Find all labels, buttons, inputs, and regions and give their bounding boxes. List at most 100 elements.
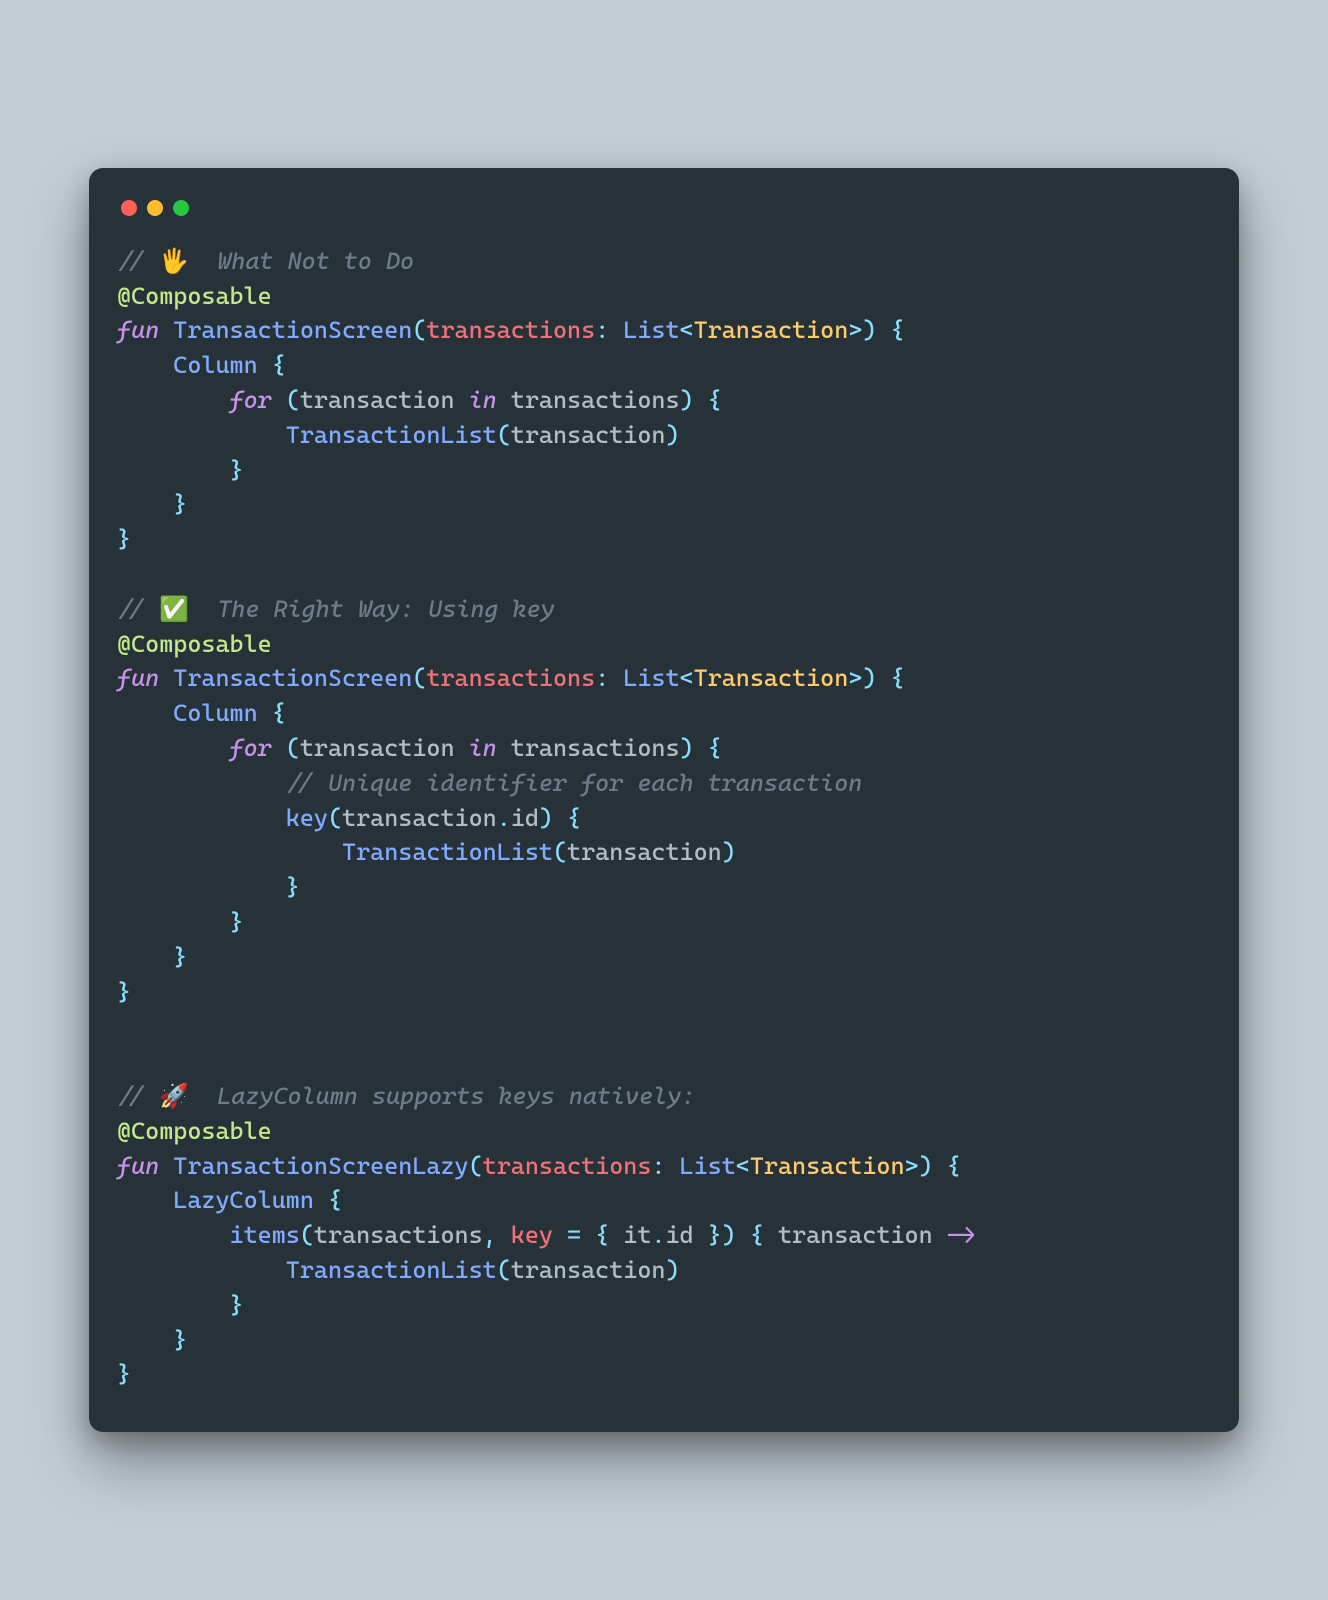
code-token-call: TransactionList: [286, 421, 497, 449]
code-token-punct: }: [230, 908, 244, 936]
code-token-plain: [117, 1221, 230, 1249]
code-line: key(transaction.id) {: [117, 801, 1211, 836]
code-token-comment: The Right Way: Using key: [189, 595, 555, 623]
code-token-param: transactions: [426, 316, 595, 344]
code-line: [117, 1009, 1211, 1044]
code-token-type: List: [623, 316, 679, 344]
code-token-plain: [117, 1186, 173, 1214]
code-token-ident: it: [623, 1221, 651, 1249]
code-token-comment: //: [117, 1082, 159, 1110]
code-token-punct: (: [412, 316, 426, 344]
code-token-plain: [117, 908, 230, 936]
code-token-call: LazyColumn: [173, 1186, 314, 1214]
code-token-plain: [258, 351, 272, 379]
code-token-punct: (: [286, 734, 300, 762]
code-token-punct: }: [230, 1291, 244, 1319]
window-titlebar: [117, 194, 1211, 244]
code-token-comment: //: [117, 247, 159, 275]
code-token-punct: (: [300, 1221, 314, 1249]
code-line: }: [117, 1357, 1211, 1392]
code-line: }: [117, 1323, 1211, 1358]
code-token-plain: [117, 873, 286, 901]
code-token-punct: ): [665, 421, 679, 449]
code-token-punct: }: [173, 1326, 187, 1354]
code-token-punct: }: [173, 490, 187, 518]
code-window: // 🖐 What Not to Do @Composable fun Transa…: [89, 168, 1239, 1432]
code-token-plain: [117, 734, 230, 762]
code-block: // 🖐 What Not to Do @Composable fun Transa…: [117, 244, 1211, 1392]
code-line: [117, 1044, 1211, 1079]
code-line: }: [117, 940, 1211, 975]
code-token-punct: (: [412, 664, 426, 692]
code-token-op: ,: [483, 1221, 497, 1249]
code-line: LazyColumn {: [117, 1183, 1211, 1218]
code-token-plain: [258, 699, 272, 727]
code-token-plain: [117, 351, 173, 379]
traffic-light-minimize-icon[interactable]: [147, 200, 163, 216]
code-token-punct: (: [553, 838, 567, 866]
code-line: @Composable: [117, 1114, 1211, 1149]
code-token-plain: [609, 1221, 623, 1249]
code-line: fun TransactionScreen(transactions: List…: [117, 661, 1211, 696]
code-token-plain: [665, 1152, 679, 1180]
code-token-annot: @Composable: [117, 282, 272, 310]
code-token-plain: [553, 1221, 567, 1249]
code-token-plain: [455, 734, 469, 762]
code-token-punct: (: [469, 1152, 483, 1180]
code-line: // 🖐 What Not to Do: [117, 244, 1211, 279]
code-token-plain: [455, 386, 469, 414]
code-token-plain: [117, 769, 286, 797]
code-token-punct: <: [680, 316, 694, 344]
code-token-ident: transactions: [511, 386, 680, 414]
code-token-punct: ): [722, 838, 736, 866]
code-line: }: [117, 905, 1211, 940]
code-token-fnname: TransactionScreenLazy: [173, 1152, 468, 1180]
code-token-punct: }: [117, 525, 131, 553]
code-token-plain: [117, 421, 286, 449]
code-line: }: [117, 870, 1211, 905]
code-token-plain: [117, 1256, 286, 1284]
code-token-plain: [553, 804, 567, 832]
code-token-punct: >: [848, 316, 862, 344]
code-token-punct: >: [848, 664, 862, 692]
code-line: }: [117, 453, 1211, 488]
code-token-punct: }: [117, 1360, 131, 1388]
code-token-typearg: Transaction: [694, 316, 849, 344]
traffic-light-close-icon[interactable]: [121, 200, 137, 216]
code-token-param: key: [511, 1221, 553, 1249]
code-token-punct: {: [272, 699, 286, 727]
code-token-plain: [117, 1326, 173, 1354]
code-line: }: [117, 975, 1211, 1010]
code-token-punct: (: [328, 804, 342, 832]
traffic-light-zoom-icon[interactable]: [173, 200, 189, 216]
code-line: TransactionList(transaction): [117, 1253, 1211, 1288]
code-token-ident: transaction: [511, 1256, 666, 1284]
code-token-ident: transaction: [300, 734, 455, 762]
code-token-type: List: [623, 664, 679, 692]
code-token-punct: {: [595, 1221, 609, 1249]
code-token-call: TransactionList: [286, 1256, 497, 1284]
code-token-punct: {: [708, 734, 722, 762]
code-token-typearg: Transaction: [694, 664, 849, 692]
code-line: [117, 557, 1211, 592]
code-token-keyword: for: [230, 386, 272, 414]
code-line: TransactionList(transaction): [117, 835, 1211, 870]
code-token-ident: transaction: [300, 386, 455, 414]
code-token-plain: [933, 1152, 947, 1180]
code-token-punct: ): [862, 664, 876, 692]
code-line: for (transaction in transactions) {: [117, 731, 1211, 766]
code-token-plain: [694, 734, 708, 762]
code-token-plain: [933, 1221, 947, 1249]
code-token-plain: [159, 316, 173, 344]
code-token-punct: ): [680, 734, 694, 762]
code-token-plain: [117, 490, 173, 518]
code-token-ident: transactions: [314, 1221, 483, 1249]
code-token-op: .: [651, 1221, 665, 1249]
code-token-punct: <: [680, 664, 694, 692]
code-token-keyword: fun: [117, 664, 159, 692]
code-token-comment: What Not to Do: [189, 247, 414, 275]
code-token-ident: transaction: [567, 838, 722, 866]
code-token-punct: >: [905, 1152, 919, 1180]
code-token-plain: [117, 456, 230, 484]
code-line: // ✅ The Right Way: Using key: [117, 592, 1211, 627]
